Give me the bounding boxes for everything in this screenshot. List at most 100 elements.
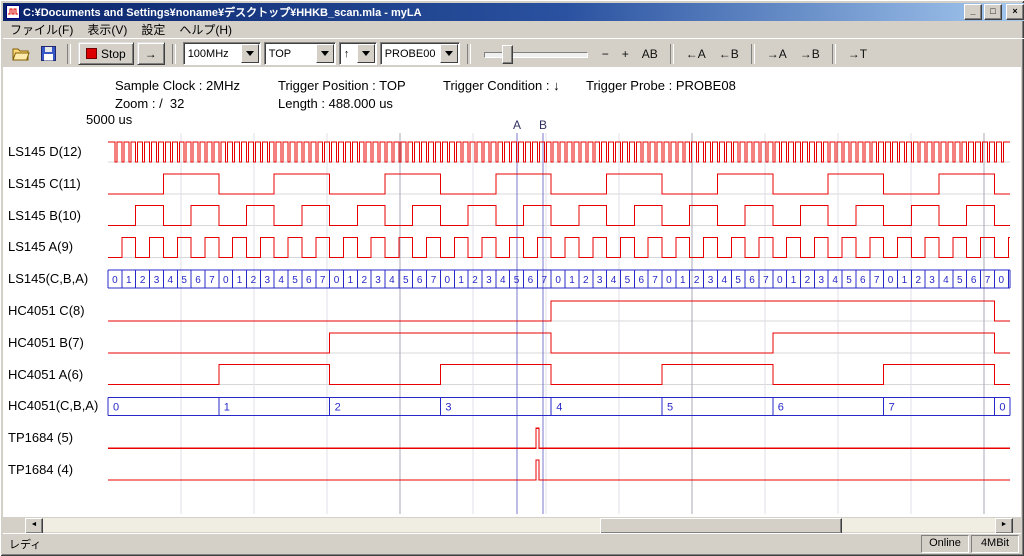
signal-wave: [108, 174, 1010, 194]
chevron-down-icon[interactable]: [440, 44, 458, 63]
bus-value: 0: [334, 275, 340, 286]
close-button[interactable]: ×: [1006, 4, 1024, 20]
bus-value: 6: [417, 275, 423, 286]
bus-value: 1: [902, 275, 908, 286]
bus-value: 2: [805, 275, 811, 286]
trigger-probe-value: PROBE00: [381, 48, 439, 60]
zoom-out-button[interactable]: −: [597, 44, 614, 64]
bus-value: 2: [583, 275, 589, 286]
signal-wave: [108, 428, 1010, 448]
move-marker-a-left-button[interactable]: ←A: [681, 44, 711, 64]
stop-label: Stop: [101, 47, 126, 61]
app-icon: [6, 5, 20, 19]
bus-value: 0: [888, 275, 894, 286]
window-title: C:¥Documents and Settings¥noname¥デスクトップ¥…: [23, 4, 962, 20]
menu-item-view[interactable]: 表示(V): [80, 20, 134, 39]
signal-wave: [108, 237, 1010, 257]
toolbar-separator: [467, 44, 471, 64]
trigger-position-value: TOP: [265, 48, 315, 60]
bus-value: 6: [971, 275, 977, 286]
move-marker-b-right-button[interactable]: →B: [795, 44, 825, 64]
bus-value: 2: [694, 275, 700, 286]
scrollbar-thumb[interactable]: [600, 518, 842, 534]
title-bar[interactable]: C:¥Documents and Settings¥noname¥デスクトップ¥…: [3, 3, 1024, 21]
marker-label: A: [513, 118, 521, 132]
bus-value: 1: [237, 275, 243, 286]
chevron-down-icon[interactable]: [241, 44, 259, 63]
signal-wave: [108, 206, 1010, 226]
toolbar-separator: [832, 44, 836, 64]
bus-value: 6: [749, 275, 755, 286]
slider-thumb[interactable]: [502, 45, 513, 64]
chevron-down-icon[interactable]: [357, 44, 375, 63]
stop-button[interactable]: Stop: [78, 42, 134, 65]
bus-value: 3: [818, 275, 824, 286]
bus-value: 3: [264, 275, 270, 286]
sample-rate-value: 100MHz: [184, 48, 240, 60]
run-arrow-icon: →: [145, 47, 157, 61]
move-marker-a-right-button[interactable]: →A: [762, 44, 792, 64]
signal-wave: [108, 460, 1010, 480]
toolbar-separator: [670, 44, 674, 64]
open-file-button[interactable]: [9, 43, 33, 65]
sample-rate-select[interactable]: 100MHz: [183, 42, 261, 65]
bus-value: 0: [113, 401, 119, 413]
bus-value: 7: [431, 275, 437, 286]
bus-value: 1: [569, 275, 575, 286]
bus-value: 0: [999, 401, 1005, 413]
chevron-down-icon[interactable]: [316, 44, 334, 63]
run-button[interactable]: →: [137, 42, 165, 65]
zoom-ab-span-button[interactable]: AB: [637, 44, 663, 64]
bus-value: 4: [832, 275, 838, 286]
scroll-right-icon: ►: [1001, 521, 1008, 528]
bus-value: 0: [666, 275, 672, 286]
bus-value: 3: [445, 401, 451, 413]
bus-value: 6: [638, 275, 644, 286]
bus-value: 4: [556, 401, 562, 413]
bus-value: 7: [889, 401, 895, 413]
bus-value: 3: [154, 275, 160, 286]
waveform-area[interactable]: AB01234567012345670123456701234567012345…: [0, 67, 1024, 517]
maximize-button[interactable]: □: [984, 4, 1002, 20]
goto-trigger-button[interactable]: →T: [843, 44, 872, 64]
bus-value: 3: [375, 275, 381, 286]
bus-value: 3: [486, 275, 492, 286]
menu-item-settings[interactable]: 設定: [134, 20, 172, 39]
bus-value: 3: [708, 275, 714, 286]
bus-value: 7: [763, 275, 769, 286]
slider-track[interactable]: [484, 52, 588, 58]
trigger-edge-select[interactable]: ↑: [339, 42, 377, 65]
menu-item-help[interactable]: ヘルプ(H): [172, 20, 239, 39]
stop-icon: [86, 48, 97, 59]
minimize-button[interactable]: _: [964, 4, 982, 20]
bus-value: 7: [320, 275, 326, 286]
bus-value: 0: [112, 275, 118, 286]
horizontal-scrollbar[interactable]: ◄ ►: [3, 517, 1021, 533]
scroll-left-button[interactable]: ◄: [25, 518, 43, 534]
status-bar: レディ Online 4MBit: [3, 533, 1021, 554]
bus-value: 7: [209, 275, 215, 286]
bus-value: 0: [555, 275, 561, 286]
move-marker-b-left-button[interactable]: ←B: [714, 44, 744, 64]
bus-value: 2: [361, 275, 367, 286]
toolbar-separator: [751, 44, 755, 64]
trigger-probe-select[interactable]: PROBE00: [380, 42, 460, 65]
bus-value: 7: [541, 275, 547, 286]
trigger-position-select[interactable]: TOP: [264, 42, 336, 65]
bus-value: 5: [292, 275, 298, 286]
bus-value: 4: [278, 275, 284, 286]
app-window: C:¥Documents and Settings¥noname¥デスクトップ¥…: [0, 0, 1024, 556]
save-button[interactable]: [36, 43, 60, 65]
menu-item-file[interactable]: ファイル(F): [3, 20, 80, 39]
zoom-slider[interactable]: [482, 43, 590, 65]
bus-value: 7: [874, 275, 880, 286]
bus-value: 0: [445, 275, 451, 286]
bus-value: 0: [777, 275, 783, 286]
bus-value: 7: [985, 275, 991, 286]
bus-value: 1: [126, 275, 132, 286]
scrollbar-track[interactable]: [25, 518, 1011, 532]
bus-value: 6: [860, 275, 866, 286]
zoom-in-button[interactable]: +: [617, 44, 634, 64]
scroll-right-button[interactable]: ►: [995, 518, 1013, 534]
bus-value: 5: [403, 275, 409, 286]
